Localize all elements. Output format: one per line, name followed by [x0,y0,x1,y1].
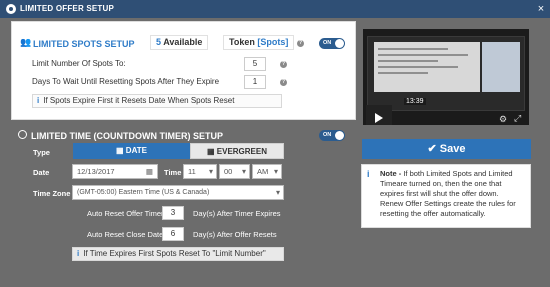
reset-days-label: Days To Wait Until Resetting Spots After… [32,77,220,86]
save-label: Save [439,143,466,155]
available-count: 5 [156,37,162,47]
info-icon: i [77,249,80,258]
info-icon: i [37,96,40,105]
play-icon[interactable] [375,113,383,123]
note-bold: Note - [380,169,404,178]
timezone-select[interactable]: (GMT-05:00) Eastern Time (US & Canada) [72,185,284,200]
save-button[interactable]: ✔ Save [362,139,531,159]
timer-hint-text: If Time Expires First Spots Reset To "Li… [83,249,266,258]
fullscreen-icon[interactable]: ⤢ [514,113,521,124]
auto-reset-close-input[interactable]: 6 [162,227,184,241]
calendar-icon: ▦ [116,146,126,155]
auto-reset-timer-label: Auto Reset Offer Timer [87,209,164,218]
auto-reset-timer-input[interactable]: 3 [162,206,184,220]
type-label: Type [33,148,50,157]
question-icon[interactable]: ? [280,79,287,86]
type-evergreen-button[interactable]: ▦ EVERGREEN [190,143,284,159]
note-box: i Note - If both Limited Spots and Limit… [361,164,531,228]
timezone-label: Time Zone [33,189,71,198]
video-frame [367,36,525,111]
auto-reset-close-suffix: Day(s) After Offer Resets [193,230,277,239]
type-date-label: DATE [125,146,147,155]
type-evergreen-label: EVERGREEN [216,147,267,156]
target-icon [6,4,16,14]
info-icon: i [367,169,370,179]
available-label: Available [163,37,203,47]
video-side-panel [482,42,520,92]
spots-toggle[interactable]: ON [319,38,345,49]
dialog-title: LIMITED OFFER SETUP [20,4,115,13]
timer-hint: i If Time Expires First Spots Reset To "L… [72,247,284,261]
auto-reset-timer-suffix: Day(s) After Timer Expires [193,209,281,218]
gear-icon[interactable]: ⚙ [499,114,507,125]
token-label: Token [229,37,255,47]
minute-select[interactable]: 00 [219,164,250,179]
auto-reset-close-label: Auto Reset Close Date [87,230,164,239]
time-label: Time [164,168,182,177]
limit-input[interactable]: 5 [244,57,266,71]
video-thumbnail [374,42,480,92]
date-label: Date [33,168,50,177]
spots-hint: i If Spots Expire First it Resets Date Wh… [32,94,282,108]
users-icon: 👥 [20,37,32,47]
date-value: 12/13/2017 [77,167,115,176]
available-badge: 5 Available [150,35,209,50]
spots-hint-text: If Spots Expire First it Resets Date Whe… [43,96,235,105]
check-icon: ✔ [427,143,440,155]
hour-select[interactable]: 11 [183,164,217,179]
timer-toggle[interactable]: ON [319,130,345,141]
spots-title: LIMITED SPOTS SETUP [33,39,135,49]
timer-title: LIMITED TIME (COUNTDOWN TIMER) SETUP [31,131,223,141]
question-icon[interactable]: ? [297,40,304,47]
question-icon[interactable]: ? [280,61,287,68]
type-date-button[interactable]: ▦ DATE [73,143,190,159]
date-input[interactable]: 12/13/2017 ▦ [72,164,158,179]
clock-icon [18,130,27,139]
video-time: 13:39 [404,98,426,105]
token-badge[interactable]: Token [Spots] [223,35,295,50]
calendar-icon: ▦ [206,147,217,156]
reset-days-input[interactable]: 1 [244,75,266,89]
limit-label: Limit Number Of Spots To: [32,59,126,68]
limited-spots-section: 👥 LIMITED SPOTS SETUP 5 Available Token … [12,22,355,119]
token-value: [Spots] [257,37,289,47]
close-icon[interactable]: × [532,0,550,18]
ampm-select[interactable]: AM [252,164,282,179]
calendar-icon: ▦ [145,167,153,176]
dialog-titlebar: LIMITED OFFER SETUP × [0,0,550,18]
